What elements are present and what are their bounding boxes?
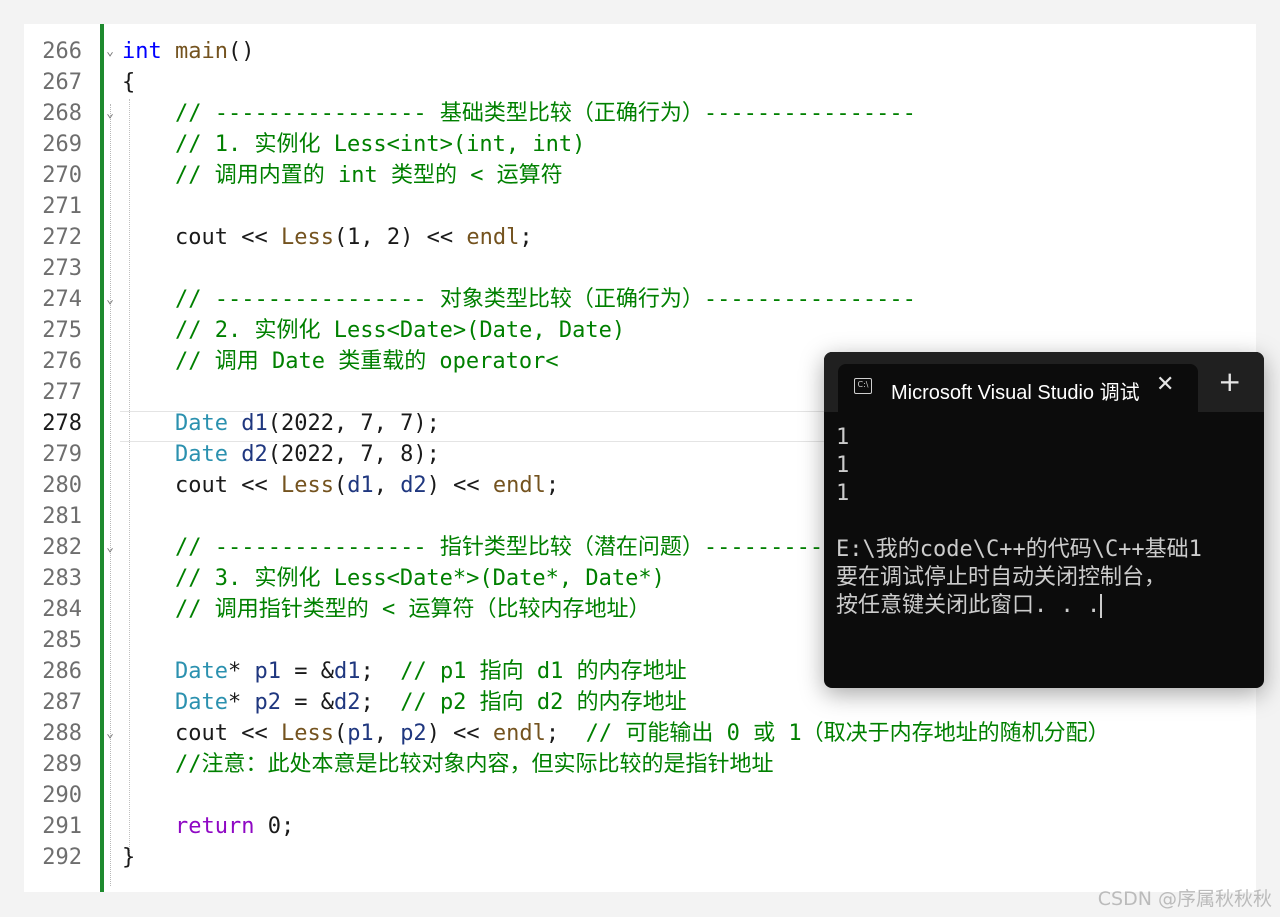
line-number: 281 xyxy=(42,504,82,529)
line-number: 289 xyxy=(42,752,82,777)
code-line[interactable]: Date* p1 = &d1; // p1 指向 d1 的内存地址 xyxy=(122,656,687,687)
console-tab-title: Microsoft Visual Studio 调试控制台 xyxy=(891,382,1139,404)
code-line[interactable]: // ---------------- 基础类型比较（正确行为）--------… xyxy=(122,98,916,129)
code-line[interactable]: Date d2(2022, 7, 8); xyxy=(122,439,440,470)
line-number: 288 xyxy=(42,721,82,746)
line-number: 284 xyxy=(42,597,82,622)
line-number: 279 xyxy=(42,442,82,467)
fold-toggle-icon[interactable]: ⌄ xyxy=(103,718,117,749)
line-number: 282 xyxy=(42,535,82,560)
code-line[interactable]: int main() xyxy=(122,36,254,67)
line-number: 277 xyxy=(42,380,82,405)
fold-toggle-icon[interactable]: ⌄ xyxy=(103,284,117,315)
console-output-line: 要在调试停止时自动关闭控制台， xyxy=(836,565,1167,590)
code-line[interactable]: // 调用 Date 类重载的 operator< xyxy=(122,346,559,377)
line-number: 283 xyxy=(42,566,82,591)
code-line[interactable]: return 0; xyxy=(122,811,294,842)
line-number: 268 xyxy=(42,101,82,126)
text-cursor xyxy=(1100,594,1103,618)
code-line[interactable]: } xyxy=(122,842,135,873)
line-number: 272 xyxy=(42,225,82,250)
code-line[interactable]: Date d1(2022, 7, 7); xyxy=(122,408,440,439)
line-number: 292 xyxy=(42,845,82,870)
console-prompt-text: 按任意键关闭此窗口. . . xyxy=(836,593,1101,618)
line-number: 267 xyxy=(42,70,82,95)
console-tab[interactable]: C:\ Microsoft Visual Studio 调试控制台 ✕ xyxy=(838,364,1198,412)
line-number: 275 xyxy=(42,318,82,343)
line-number: 286 xyxy=(42,659,82,684)
line-number: 274 xyxy=(42,287,82,312)
line-number: 270 xyxy=(42,163,82,188)
code-line[interactable]: cout << Less(p1, p2) << endl; // 可能输出 0 … xyxy=(122,718,1110,749)
code-line[interactable]: // 调用内置的 int 类型的 < 运算符 xyxy=(122,160,563,191)
close-icon[interactable]: ✕ xyxy=(1156,372,1174,397)
code-line[interactable]: //注意：此处本意是比较对象内容，但实际比较的是指针地址 xyxy=(122,749,774,780)
line-number: 266 xyxy=(42,39,82,64)
line-number: 287 xyxy=(42,690,82,715)
fold-toggle-icon[interactable]: ⌄ xyxy=(103,98,117,129)
console-output-line: 1 xyxy=(836,453,850,478)
code-line[interactable]: // 3. 实例化 Less<Date*>(Date*, Date*) xyxy=(122,563,665,594)
outline-fold-guide xyxy=(110,104,112,886)
code-line[interactable]: // ---------------- 对象类型比较（正确行为）--------… xyxy=(122,284,916,315)
console-tab-bar: C:\ Microsoft Visual Studio 调试控制台 ✕ + xyxy=(824,352,1264,412)
code-line[interactable]: { xyxy=(122,67,135,98)
console-output-line-prompt: 按任意键关闭此窗口. . . xyxy=(836,592,1264,620)
line-number: 271 xyxy=(42,194,82,219)
console-output-line: 1 xyxy=(836,425,850,450)
code-line[interactable]: cout << Less(d1, d2) << endl; xyxy=(122,470,559,501)
console-output-line: E:\我的code\C++的代码\C++基础1 xyxy=(836,537,1202,562)
line-number: 278 xyxy=(42,411,82,436)
code-line[interactable]: // 2. 实例化 Less<Date>(Date, Date) xyxy=(122,315,625,346)
change-tracking-bar xyxy=(100,24,104,892)
code-line[interactable]: // 1. 实例化 Less<int>(int, int) xyxy=(122,129,585,160)
console-output-line: 1 xyxy=(836,481,850,506)
line-number-gutter: 266 267 268 269 270 271 272 273 274 275 276 277 278 2… xyxy=(24,24,100,892)
fold-toggle-icon[interactable]: ⌄ xyxy=(103,36,117,67)
line-number: 290 xyxy=(42,783,82,808)
fold-toggle-icon[interactable]: ⌄ xyxy=(103,532,117,563)
line-number: 276 xyxy=(42,349,82,374)
code-line[interactable]: cout << Less(1, 2) << endl; xyxy=(122,222,533,253)
code-line[interactable]: // ---------------- 指针类型比较（潜在问题）--------… xyxy=(122,532,916,563)
code-line[interactable]: // 调用指针类型的 < 运算符（比较内存地址） xyxy=(122,594,650,625)
line-number: 269 xyxy=(42,132,82,157)
line-number: 273 xyxy=(42,256,82,281)
new-tab-button[interactable]: + xyxy=(1218,368,1241,396)
console-output: 1 1 1 E:\我的code\C++的代码\C++基础1 要在调试停止时自动关… xyxy=(836,424,1264,620)
debug-console-window[interactable]: C:\ Microsoft Visual Studio 调试控制台 ✕ + 1 … xyxy=(824,352,1264,688)
watermark: CSDN @序属秋秋秋 xyxy=(1097,888,1272,910)
line-number: 280 xyxy=(42,473,82,498)
code-line[interactable]: Date* p2 = &d2; // p2 指向 d2 的内存地址 xyxy=(122,687,687,718)
line-number: 285 xyxy=(42,628,82,653)
line-number: 291 xyxy=(42,814,82,839)
console-icon: C:\ xyxy=(854,378,872,394)
